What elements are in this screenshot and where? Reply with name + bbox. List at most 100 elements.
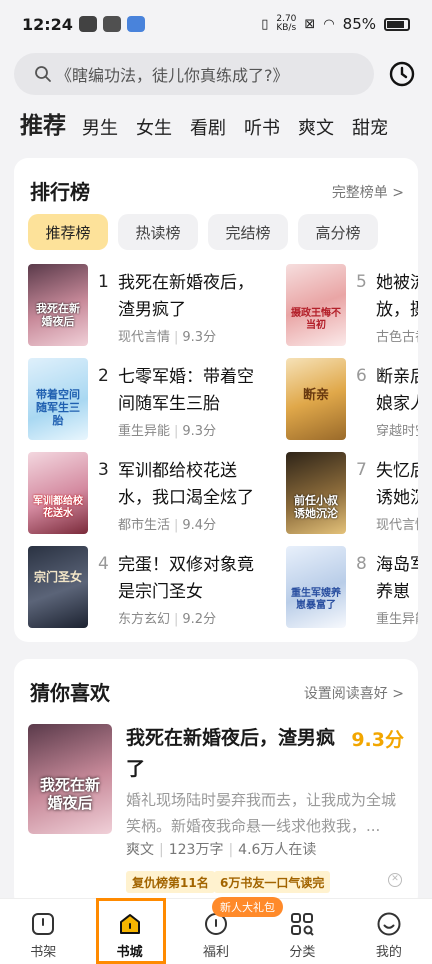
- vibrate-icon: ▯: [261, 16, 269, 32]
- nav-label: 书架: [30, 945, 57, 960]
- rank-number: 2: [98, 366, 109, 386]
- book-cover: 摄政王悔不当初: [286, 264, 346, 346]
- book-words: 123万字: [168, 842, 224, 858]
- rank-item[interactable]: 前任小叔诱她沉沦 7 失忆后，诱她沉沦 现代言情: [286, 452, 418, 542]
- status-time: 12:24: [22, 14, 73, 34]
- sim-icon: ⊠: [304, 16, 316, 32]
- book-description: 婚礼现场陆时晏弃我而去，让我成为全城笑柄。新婚夜我命悬一线求他救我，...: [126, 791, 397, 835]
- cover-title: 我死在新婚夜后: [36, 302, 80, 328]
- book-cover: 宗门圣女: [28, 546, 88, 628]
- paw-icon: [126, 16, 145, 32]
- ranking-title: 排行榜: [30, 180, 90, 204]
- book-cover: 前任小叔诱她沉沦: [286, 452, 346, 534]
- readers-tag: 6万书友一口气读完: [214, 871, 331, 893]
- pill-complete[interactable]: 完结榜: [208, 214, 288, 250]
- net-speed: 2.70 KB/s: [276, 14, 297, 33]
- rank-meta: 东方玄幻 | 9.2分: [118, 612, 217, 627]
- rank-genre: 都市生活: [118, 518, 171, 533]
- tab-recommend[interactable]: 推荐: [20, 106, 66, 140]
- rank-genre: 重生异能: [376, 612, 418, 627]
- rank-genre: 古色古香: [376, 330, 418, 345]
- book-score: 9.3分: [351, 729, 404, 751]
- guess-title: 猜你喜欢: [30, 681, 110, 705]
- book-cover[interactable]: 我死在新婚夜后: [28, 724, 112, 834]
- rank-title: 海岛军嫂养崽: [376, 555, 418, 602]
- rank-score: 9.3分: [182, 330, 217, 345]
- book-meta: 爽文 | 123万字 | 4.6万人在读: [126, 842, 317, 858]
- reading-preference-link[interactable]: 设置阅读喜好 >: [304, 683, 404, 703]
- notification-icon: [78, 16, 97, 32]
- history-clock-icon[interactable]: [388, 60, 416, 88]
- rank-title: 失忆后，诱她沉沦: [376, 461, 418, 508]
- rank-meta: 现代言情 | 9.3分: [118, 330, 217, 345]
- tab-female[interactable]: 女生: [136, 114, 172, 140]
- search-bar[interactable]: 《瞎编功法，徒儿你真练成了?》: [14, 53, 374, 95]
- pill-recommend[interactable]: 推荐榜: [28, 214, 108, 250]
- ranking-pills: 推荐榜 热读榜 完结榜 高分榜: [28, 214, 378, 250]
- rank-score: 9.3分: [182, 424, 217, 439]
- rank-genre: 现代言情: [118, 330, 171, 345]
- category-grid-icon: [291, 913, 315, 936]
- wifi-icon: ◠: [323, 16, 335, 32]
- cover-title: 我死在新婚夜后: [39, 776, 100, 812]
- close-icon[interactable]: ✕: [388, 873, 402, 887]
- rank-title: 断亲后，娘家人: [376, 367, 418, 414]
- nav-bookshelf[interactable]: 书架: [0, 899, 86, 964]
- rank-number: 5: [356, 272, 367, 292]
- nav-profile[interactable]: 我的: [346, 899, 432, 964]
- rank-item[interactable]: 重生军嫂养崽暴富了 8 海岛军嫂养崽 重生异能: [286, 546, 418, 636]
- rank-score: 9.2分: [182, 612, 217, 627]
- book-cover: 带着空间随军生三胎: [28, 358, 88, 440]
- book-cover: 我死在新婚夜后: [28, 264, 88, 346]
- rank-title: 她被流放，摄政王: [376, 273, 418, 320]
- nav-label: 分类: [289, 945, 316, 960]
- rank-tag: 复仇榜第11名: [126, 871, 215, 893]
- rank-item[interactable]: 带着空间随军生三胎 2 七零军婚：带着空间随军生三胎 重生异能 | 9.3分: [28, 358, 288, 448]
- newbie-gift-badge[interactable]: 新人大礼包: [212, 897, 283, 917]
- rank-genre: 现代言情: [376, 518, 418, 533]
- category-tabs: 推荐 男生 女生 看剧 听书 爽文 甜宠: [20, 106, 432, 140]
- tab-audiobook[interactable]: 听书: [244, 114, 280, 140]
- nav-label: 书城: [116, 945, 143, 960]
- rank-genre: 东方玄幻: [118, 612, 171, 627]
- book-cover: 重生军嫂养崽暴富了: [286, 546, 346, 628]
- battery-icon: [384, 17, 410, 31]
- status-bar: 12:24 ▯ 2.70 KB/s ⊠ ◠ 85%: [0, 0, 432, 48]
- cover-title: 重生军嫂养崽暴富了: [291, 588, 341, 611]
- pill-hot[interactable]: 热读榜: [118, 214, 198, 250]
- cover-title: 摄政王悔不当初: [291, 308, 341, 331]
- rank-title: 我死在新婚夜后，渣男疯了: [118, 273, 254, 320]
- rank-meta: 重生异能 | 9.3分: [118, 424, 217, 439]
- book-readers: 4.6万人在读: [238, 842, 317, 858]
- ranking-card: 排行榜 完整榜单 > 推荐榜 热读榜 完结榜 高分榜 我死在新婚夜后 1 我死在…: [14, 158, 418, 642]
- smile-icon: [377, 912, 401, 936]
- search-placeholder: 《瞎编功法，徒儿你真练成了?》: [56, 66, 289, 85]
- tab-shuangwen[interactable]: 爽文: [298, 114, 334, 140]
- bookshelf-icon: [32, 913, 55, 935]
- rank-item[interactable]: 我死在新婚夜后 1 我死在新婚夜后，渣男疯了 现代言情 | 9.3分: [28, 264, 288, 354]
- tab-male[interactable]: 男生: [82, 114, 118, 140]
- rank-number: 3: [98, 460, 109, 480]
- tab-drama[interactable]: 看剧: [190, 114, 226, 140]
- rank-number: 8: [356, 554, 367, 574]
- rank-number: 6: [356, 366, 367, 386]
- guess-card: 猜你喜欢 设置阅读喜好 > 我死在新婚夜后 我死在新婚夜后，渣男疯了 9.3分 …: [14, 659, 418, 909]
- rank-item[interactable]: 摄政王悔不当初 5 她被流放，摄政王 古色古香: [286, 264, 418, 354]
- nav-label: 我的: [375, 945, 402, 960]
- full-ranking-link[interactable]: 完整榜单 >: [332, 182, 404, 202]
- cover-title: 断亲: [302, 388, 329, 403]
- nav-bookstore[interactable]: 书城: [86, 899, 172, 964]
- rank-item[interactable]: 军训都给校花送水 3 军训都给校花送水，我口渴全炫了 都市生活 | 9.4分: [28, 452, 288, 542]
- rank-item[interactable]: 断亲 6 断亲后，娘家人 穿越时空: [286, 358, 418, 448]
- tab-sweet[interactable]: 甜宠: [352, 114, 388, 140]
- cover-title: 军训都给校花送水: [33, 496, 83, 519]
- rank-title: 军训都给校花送水，我口渴全炫了: [118, 461, 254, 508]
- book-cover: 断亲: [286, 358, 346, 440]
- rank-item[interactable]: 宗门圣女 4 完蛋！双修对象竟是宗门圣女 东方玄幻 | 9.2分: [28, 546, 288, 636]
- rank-genre: 重生异能: [118, 424, 171, 439]
- nav-label: 福利: [203, 945, 230, 960]
- search-icon: [35, 66, 51, 82]
- book-cover: 军训都给校花送水: [28, 452, 88, 534]
- pill-high-score[interactable]: 高分榜: [298, 214, 378, 250]
- book-title[interactable]: 我死在新婚夜后，渣男疯了: [126, 723, 348, 785]
